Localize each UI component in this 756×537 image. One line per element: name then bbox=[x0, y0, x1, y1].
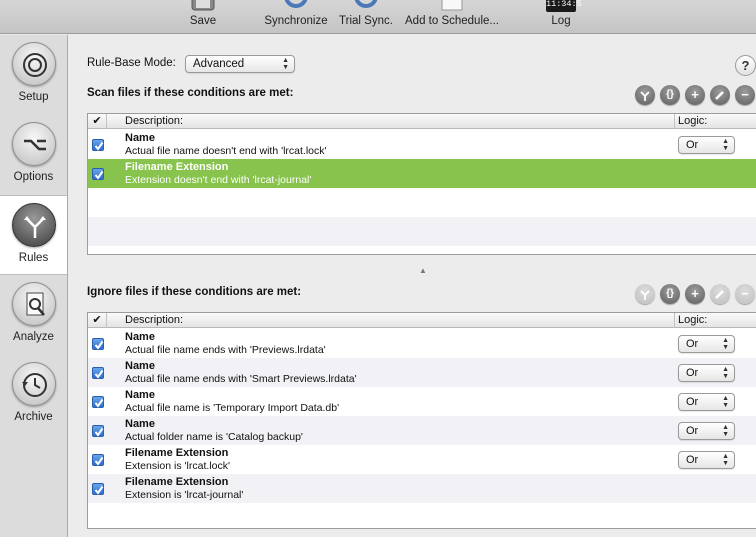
table-header: ✔ Description: Logic: bbox=[88, 114, 756, 129]
sidebar-item-setup[interactable]: Setup bbox=[0, 35, 67, 115]
rule-base-mode-select[interactable]: Advanced ▲ ▼ bbox=[185, 55, 295, 73]
network-button[interactable] bbox=[635, 85, 655, 105]
logic-select[interactable]: Or ▲ ▼ bbox=[678, 136, 735, 154]
column-divider bbox=[674, 114, 675, 129]
braces-button[interactable]: {} bbox=[660, 284, 680, 304]
row-checkbox[interactable] bbox=[92, 425, 104, 437]
ignore-rule-buttons: {} + − bbox=[635, 284, 756, 304]
toolbar: Save Synchronize Trial Sync. Add to Sche… bbox=[0, 0, 756, 34]
pencil-icon bbox=[715, 91, 724, 100]
row-checkbox[interactable] bbox=[92, 338, 104, 350]
stepper-arrows-icon: ▲ ▼ bbox=[722, 366, 729, 380]
table-row[interactable]: Name Actual folder name is 'Catalog back… bbox=[88, 416, 756, 445]
ignore-conditions-title: Ignore files if these conditions are met… bbox=[87, 286, 302, 298]
network-button[interactable] bbox=[635, 284, 655, 304]
options-icon bbox=[11, 122, 56, 166]
stepper-arrows-icon: ▲ ▼ bbox=[722, 138, 729, 152]
logic-column-header[interactable]: Logic: bbox=[678, 115, 707, 127]
row-checkbox[interactable] bbox=[92, 454, 104, 466]
minus-icon: − bbox=[741, 87, 749, 102]
plus-icon: + bbox=[691, 286, 699, 301]
calendar-icon bbox=[439, 0, 465, 15]
table-row[interactable]: Filename Extension Extension is 'lrcat-j… bbox=[88, 474, 756, 503]
stepper-arrows-icon: ▲ ▼ bbox=[722, 453, 729, 467]
row-checkbox[interactable] bbox=[92, 396, 104, 408]
logic-select[interactable]: Or ▲ ▼ bbox=[678, 335, 735, 353]
table-header: ✔ Description: Logic: bbox=[88, 313, 756, 328]
table-row[interactable]: Name Actual file name ends with 'Smart P… bbox=[88, 358, 756, 387]
help-button[interactable]: ? bbox=[735, 55, 756, 76]
scan-conditions-title: Scan files if these conditions are met: bbox=[87, 87, 294, 99]
ignore-conditions-table: ✔ Description: Logic: Name Actual file n… bbox=[87, 312, 756, 529]
column-divider bbox=[674, 313, 675, 328]
network-icon bbox=[640, 290, 650, 300]
logic-select[interactable]: Or ▲ ▼ bbox=[678, 393, 735, 411]
logic-select[interactable]: Or ▲ ▼ bbox=[678, 451, 735, 469]
minus-icon: − bbox=[741, 286, 749, 301]
edit-rule-button[interactable] bbox=[710, 85, 730, 105]
analyze-icon bbox=[11, 282, 56, 326]
add-rule-button[interactable]: + bbox=[685, 284, 705, 304]
sidebar-item-analyze[interactable]: Analyze bbox=[0, 275, 67, 355]
row-checkbox[interactable] bbox=[92, 139, 104, 151]
rules-panel: Rule-Base Mode: Advanced ▲ ▼ ? Scan files… bbox=[69, 35, 756, 537]
check-column-header[interactable]: ✔ bbox=[88, 313, 107, 328]
sidebar-item-options[interactable]: Options bbox=[0, 115, 67, 195]
description-column-header[interactable]: Description: bbox=[125, 314, 183, 326]
table-row[interactable]: Filename Extension Extension is 'lrcat.l… bbox=[88, 445, 756, 474]
save-icon bbox=[190, 0, 216, 15]
scan-rule-buttons: {} + − bbox=[635, 85, 756, 105]
setup-icon bbox=[11, 42, 56, 86]
braces-icon: {} bbox=[666, 89, 674, 100]
trial-sync-icon bbox=[352, 0, 380, 15]
remove-rule-button[interactable]: − bbox=[735, 284, 755, 304]
sidebar: Setup Options Rules Analyze Archive bbox=[0, 35, 68, 537]
edit-rule-button[interactable] bbox=[710, 284, 730, 304]
braces-icon: {} bbox=[666, 288, 674, 299]
network-icon bbox=[640, 91, 650, 101]
save-toolbar-button[interactable]: Save bbox=[183, 0, 223, 34]
logic-column-header[interactable]: Logic: bbox=[678, 314, 707, 326]
table-row[interactable]: Name Actual file name ends with 'Preview… bbox=[88, 329, 756, 358]
logic-select[interactable]: Or ▲ ▼ bbox=[678, 364, 735, 382]
trial-sync-toolbar-button[interactable]: Trial Sync. bbox=[336, 0, 396, 34]
row-checkbox[interactable] bbox=[92, 168, 104, 180]
row-checkbox[interactable] bbox=[92, 483, 104, 495]
empty-row bbox=[88, 217, 756, 246]
description-column-header[interactable]: Description: bbox=[125, 115, 183, 127]
synchronize-icon bbox=[282, 0, 310, 15]
stepper-arrows-icon: ▲ ▼ bbox=[722, 395, 729, 409]
scan-conditions-table: ✔ Description: Logic: Name Actual file n… bbox=[87, 113, 756, 255]
archive-icon bbox=[11, 362, 56, 406]
empty-row bbox=[88, 188, 756, 217]
log-icon: 11:34:5 bbox=[546, 0, 582, 12]
check-column-header[interactable]: ✔ bbox=[88, 114, 107, 129]
table-row[interactable]: Name Actual file name doesn't end with '… bbox=[88, 130, 756, 159]
table-row-selected[interactable]: Filename Extension Extension doesn't end… bbox=[88, 159, 756, 188]
table-row[interactable]: Name Actual file name is 'Temporary Impo… bbox=[88, 387, 756, 416]
synchronize-toolbar-button[interactable]: Synchronize bbox=[260, 0, 332, 34]
add-to-schedule-toolbar-button[interactable]: Add to Schedule... bbox=[400, 0, 504, 34]
rules-icon bbox=[11, 203, 56, 247]
rule-base-mode-label: Rule-Base Mode: bbox=[87, 57, 176, 69]
remove-rule-button[interactable]: − bbox=[735, 85, 755, 105]
log-toolbar-button[interactable]: 11:34:5 Log bbox=[540, 0, 582, 34]
logic-select[interactable]: Or ▲ ▼ bbox=[678, 422, 735, 440]
stepper-arrows-icon: ▲ ▼ bbox=[722, 424, 729, 438]
braces-button[interactable]: {} bbox=[660, 85, 680, 105]
sidebar-item-rules[interactable]: Rules bbox=[0, 195, 67, 275]
plus-icon: + bbox=[691, 87, 699, 102]
sidebar-item-archive[interactable]: Archive bbox=[0, 355, 67, 435]
row-checkbox[interactable] bbox=[92, 367, 104, 379]
stepper-arrows-icon: ▲ ▼ bbox=[722, 337, 729, 351]
pencil-icon bbox=[715, 290, 724, 299]
add-rule-button[interactable]: + bbox=[685, 85, 705, 105]
stepper-arrows-icon: ▲ ▼ bbox=[282, 57, 289, 71]
split-view-handle[interactable]: ▲ bbox=[419, 266, 427, 275]
